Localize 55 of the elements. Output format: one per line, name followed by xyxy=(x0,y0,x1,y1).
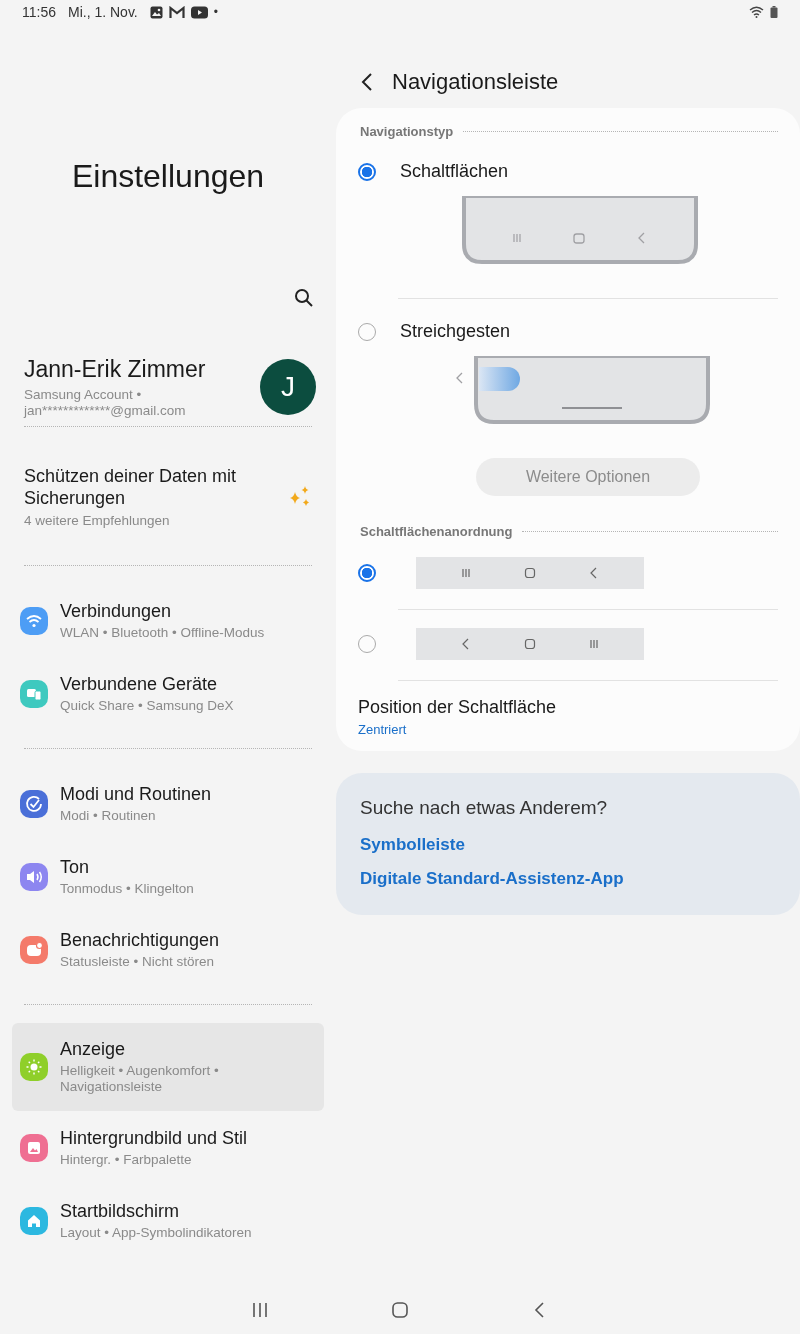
item-subtitle: Hintergr. • Farbpalette xyxy=(60,1151,193,1168)
item-subtitle: Modi • Routinen xyxy=(60,807,157,824)
button-position-setting[interactable]: Position der Schaltfläche Zentriert xyxy=(358,681,778,737)
item-subtitle: Statusleiste • Nicht stören xyxy=(60,953,216,970)
item-title: Verbundene Geräte xyxy=(60,673,219,695)
settings-item[interactable]: Modi und Routinen Modi • Routinen xyxy=(12,767,324,840)
back-icon[interactable] xyxy=(360,72,374,92)
status-date: Mi., 1. Nov. xyxy=(68,4,138,20)
suggestion-subtitle: 4 weitere Empfehlungen xyxy=(24,513,171,529)
mail-icon xyxy=(168,5,185,19)
related-title: Suche nach etwas Anderem? xyxy=(360,797,609,819)
item-subtitle: Helligkeit • Augenkomfort • Navigationsleiste xyxy=(60,1063,220,1095)
account-name[interactable]: Jann-Erik Zimmer xyxy=(24,355,260,383)
battery-icon xyxy=(770,6,778,18)
notification-dot: • xyxy=(213,5,218,19)
picture-icon xyxy=(149,5,163,19)
setting-value: Zentriert xyxy=(358,722,408,737)
settings-title: Einstellungen xyxy=(70,157,266,196)
setting-title: Position der Schaltfläche xyxy=(358,697,558,718)
item-subtitle: WLAN • Bluetooth • Offline-Modus xyxy=(60,624,265,641)
account-detail: Samsung Account • jan*************@gmail.com xyxy=(24,386,187,419)
suggestion-title[interactable]: Schützen deiner Daten mit Sicherungen xyxy=(24,465,264,509)
related-link[interactable]: Digitale Standard-Assistenz-App xyxy=(360,869,776,889)
item-title: Anzeige xyxy=(60,1039,127,1060)
section-header: Schaltflächenanordnung xyxy=(360,524,513,539)
related-link[interactable]: Symbolleiste xyxy=(360,835,776,855)
recents-button[interactable] xyxy=(250,1300,270,1320)
radio-button[interactable] xyxy=(358,564,376,582)
settings-item[interactable]: Verbindungen WLAN • Bluetooth • Offline-Modus xyxy=(12,584,324,657)
item-title: Verbindungen xyxy=(60,600,173,622)
settings-item[interactable]: Verbundene Geräte Quick Share • Samsung DeX xyxy=(12,657,324,730)
section-header: Navigationstyp xyxy=(360,124,454,139)
item-title: Startbildschirm xyxy=(60,1200,181,1222)
settings-item[interactable]: Ton Tonmodus • Klingelton xyxy=(12,840,324,913)
settings-item[interactable]: Startbildschirm Layout • App-Symbolindikatoren xyxy=(12,1184,324,1257)
settings-item[interactable]: Benachrichtigungen Statusleiste • Nicht stören xyxy=(12,913,324,986)
settings-item[interactable]: Hintergrundbild und Stil Hintergr. • Farbpalette xyxy=(12,1111,324,1184)
radio-option[interactable]: Schaltflächen xyxy=(358,139,778,196)
status-time: 11:56 xyxy=(22,4,56,20)
home-button[interactable] xyxy=(390,1300,410,1320)
radio-option[interactable]: Streichgesten xyxy=(358,299,778,356)
wifi-icon xyxy=(749,6,764,18)
item-title: Hintergrundbild und Stil xyxy=(60,1127,248,1149)
item-subtitle: Layout • App-Symbolindikatoren xyxy=(60,1224,252,1241)
item-title: Ton xyxy=(60,856,91,878)
settings-item[interactable]: Anzeige Helligkeit • Augenkomfort • Navigationsleiste xyxy=(12,1023,324,1111)
item-subtitle: Tonmodus • Klingelton xyxy=(60,880,194,897)
radio-button[interactable] xyxy=(358,162,376,181)
avatar[interactable]: J xyxy=(260,359,316,415)
item-subtitle: Quick Share • Samsung DeX xyxy=(60,697,234,714)
search-icon[interactable] xyxy=(294,288,314,308)
play-icon xyxy=(190,5,208,19)
item-title: Benachrichtigungen xyxy=(60,929,220,951)
page-title: Navigationsleiste xyxy=(392,69,559,95)
item-title: Modi und Routinen xyxy=(60,783,212,805)
